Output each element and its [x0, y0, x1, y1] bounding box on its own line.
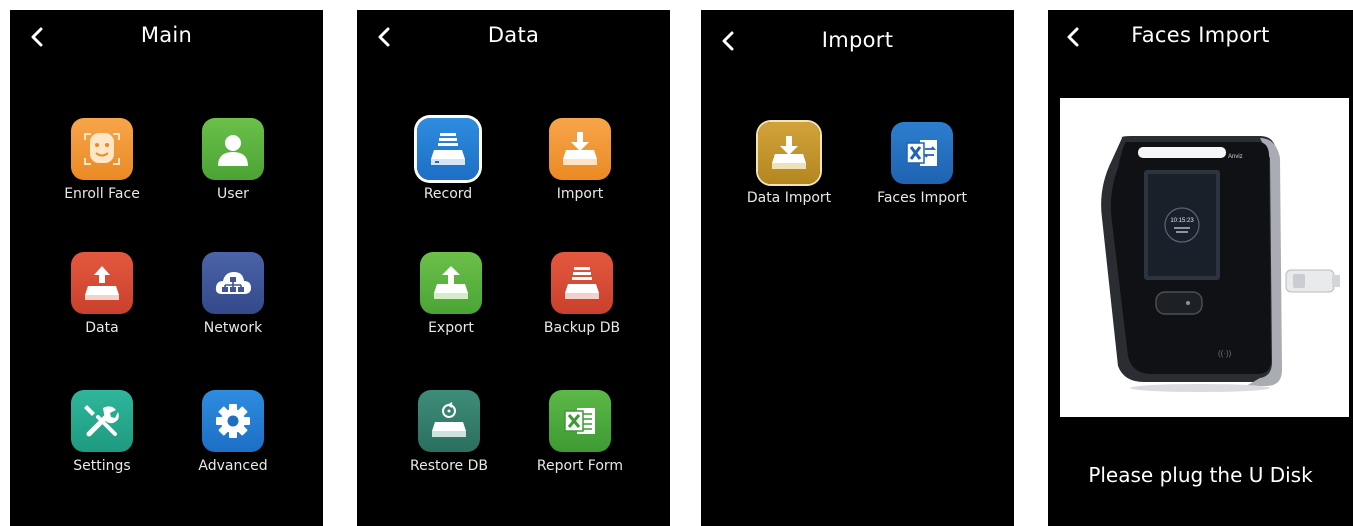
backup-db-tile[interactable]: Backup DB: [522, 252, 642, 336]
faces-import-screen: Faces Import Anviz 10:15:23 ((·)) Please…: [1048, 10, 1353, 526]
device-time: 10:15:23: [1170, 218, 1194, 224]
data-import-tile[interactable]: Data Import: [729, 122, 849, 206]
tile-label: Enroll Face: [64, 186, 140, 202]
excel-import-icon: [891, 122, 953, 184]
record-tile[interactable]: Record: [388, 118, 508, 202]
restore-db-icon: [418, 390, 480, 452]
data-screen: Data Record Import Export Backup DB Rest…: [357, 10, 670, 526]
face-icon: [71, 118, 133, 180]
tile-label: Settings: [73, 458, 131, 474]
tile-label: Export: [428, 320, 474, 336]
wrench-screwdriver-icon: [71, 390, 133, 452]
gear-icon: [202, 390, 264, 452]
tile-label: Data: [85, 320, 119, 336]
screen-title: Faces Import: [1131, 23, 1270, 47]
tile-label: Network: [203, 320, 263, 336]
tile-label: Record: [423, 186, 473, 202]
import-screen: Import Data Import Faces Import: [701, 10, 1014, 526]
screen-title: Main: [140, 23, 193, 47]
data-tile[interactable]: Data: [42, 252, 162, 336]
advanced-tile[interactable]: Advanced: [173, 390, 293, 474]
plug-u-disk-message: Please plug the U Disk: [1088, 463, 1313, 487]
user-tile[interactable]: User: [173, 118, 293, 202]
user-icon: [202, 118, 264, 180]
data-icon: [71, 252, 133, 314]
excel-icon: [549, 390, 611, 452]
restore-db-tile[interactable]: Restore DB: [389, 390, 509, 474]
device-brand: Anviz: [1228, 154, 1243, 160]
backup-db-icon: [551, 252, 613, 314]
tile-label: Restore DB: [410, 458, 488, 474]
main-screen: Main Enroll Face User Data Network Setti…: [10, 10, 323, 526]
export-icon: [420, 252, 482, 314]
network-cloud-icon: [202, 252, 264, 314]
tile-label: Import: [556, 186, 604, 202]
enroll-face-tile[interactable]: Enroll Face: [42, 118, 162, 202]
network-tile[interactable]: Network: [173, 252, 293, 336]
tile-label: Advanced: [198, 458, 268, 474]
screen-title: Import: [821, 28, 894, 52]
tile-label: Report Form: [536, 458, 624, 474]
tile-label: Faces Import: [877, 190, 967, 206]
record-icon: [417, 118, 479, 180]
data-import-icon: [758, 122, 820, 184]
tile-label: User: [217, 186, 249, 202]
settings-tile[interactable]: Settings: [42, 390, 162, 474]
device-usb-illustration: Anviz 10:15:23 ((·)): [1060, 98, 1349, 417]
tile-label: Data Import: [746, 190, 832, 206]
tile-label: Backup DB: [543, 320, 621, 336]
export-tile[interactable]: Export: [391, 252, 511, 336]
import-tile[interactable]: Import: [520, 118, 640, 202]
svg-text:((·)): ((·)): [1218, 349, 1232, 358]
report-form-tile[interactable]: Report Form: [520, 390, 640, 474]
import-icon: [549, 118, 611, 180]
faces-import-tile[interactable]: Faces Import: [862, 122, 982, 206]
screen-title: Data: [487, 23, 540, 47]
